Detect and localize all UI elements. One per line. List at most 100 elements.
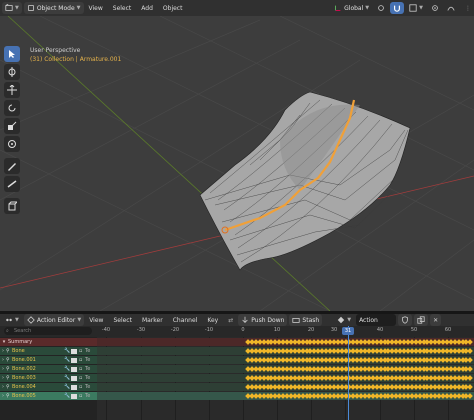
checkbox[interactable] [71, 384, 77, 390]
wrench-icon[interactable]: 🔧 [64, 347, 71, 355]
stash-button[interactable]: Stash [289, 314, 323, 326]
bone-row-suffix: Te [85, 384, 91, 390]
scale-tool[interactable] [4, 118, 20, 134]
wrench-icon[interactable]: 🔧 [64, 392, 71, 400]
unlink-action-button[interactable]: ✕ [430, 314, 442, 326]
checkbox[interactable] [71, 348, 77, 354]
collection-label: (31) Collection | Armature.001 [30, 56, 122, 63]
ae-menu-channel[interactable]: Channel [168, 317, 203, 324]
ruler-tick: 20 [307, 327, 315, 333]
checkbox[interactable] [71, 366, 77, 372]
ruler-tick: 50 [410, 327, 418, 333]
dopesheet-type-button[interactable]: ▼ [2, 314, 22, 326]
push-down-label: Push Down [251, 316, 285, 324]
menu-object[interactable]: Object [158, 5, 188, 12]
channel-bone[interactable]: › ⚲ Bone.005 🔧 ▫ Te [0, 392, 97, 400]
editor-mode-label: Action Editor [36, 316, 76, 324]
ae-menu-view[interactable]: View [84, 317, 108, 324]
checkbox[interactable] [71, 393, 77, 399]
ae-menu-marker[interactable]: Marker [137, 317, 168, 324]
proportional-edit-button[interactable] [428, 2, 442, 14]
action-name-field[interactable]: Action [356, 314, 397, 326]
ruler-tick: 30 [330, 327, 338, 333]
channel-bone[interactable]: › ⚲ Bone.002 🔧 ▫ Te [0, 365, 97, 373]
stash-label: Stash [302, 316, 320, 324]
wrench-icon[interactable]: 🔧 [64, 374, 71, 382]
channel-bone[interactable]: › ⚲ Bone.003 🔧 ▫ Te [0, 374, 97, 382]
checkbox[interactable] [71, 357, 77, 363]
push-down-icon [242, 316, 248, 323]
keyframe-row-bone [97, 347, 474, 355]
interpolation-button[interactable]: ⇄ [225, 314, 236, 326]
ae-menu-key[interactable]: Key [202, 317, 223, 324]
keyframe[interactable] [467, 339, 474, 345]
timeline-ruler[interactable]: -40 -30 -20 -10 0 10 20 30 40 50 60 [97, 326, 474, 337]
snap-target-button[interactable]: ▼ [406, 2, 426, 14]
summary-label: Summary [8, 339, 33, 345]
expand-arrow-icon: ▾ [2, 339, 6, 345]
magnet-icon [394, 5, 401, 12]
pivot-button[interactable] [374, 2, 388, 14]
snap-button[interactable] [390, 2, 405, 14]
rotate-tool[interactable] [4, 100, 20, 116]
scale-icon [8, 121, 17, 130]
select-tool[interactable] [4, 46, 20, 62]
fake-user-button[interactable] [398, 314, 413, 326]
bone-name: Bone.003 [12, 375, 36, 381]
menu-add[interactable]: Add [136, 5, 158, 12]
keyframe-row-bone [97, 383, 474, 391]
orientation-dropdown[interactable]: Global ▼ [331, 2, 372, 14]
duplicate-action-button[interactable] [414, 314, 429, 326]
measure-tool[interactable] [4, 176, 20, 192]
mode-dropdown[interactable]: Object Mode ▼ [23, 2, 84, 14]
keyframe-area[interactable] [97, 337, 474, 420]
add-cube-tool[interactable] [4, 198, 20, 214]
cursor-3d-icon [8, 67, 16, 77]
action-browse-button[interactable]: ▼ [334, 314, 354, 326]
transform-tool[interactable] [4, 136, 20, 152]
editor-mode-dropdown[interactable]: Action Editor ▼ [23, 314, 85, 326]
keyframe[interactable] [467, 384, 474, 390]
add-cube-icon [8, 201, 17, 211]
header-dots[interactable]: ⋮ [462, 2, 474, 14]
menu-select[interactable]: Select [108, 5, 137, 12]
tool-shelf [4, 46, 22, 216]
editor-type-button[interactable]: ▼ [2, 2, 22, 14]
wrench-icon[interactable]: 🔧 [64, 383, 71, 391]
keyframe[interactable] [467, 393, 474, 399]
channel-bone[interactable]: › ⚲ Bone.001 🔧 ▫ Te [0, 356, 97, 364]
wrench-icon[interactable]: 🔧 [64, 365, 71, 373]
keyframe[interactable] [467, 375, 474, 381]
channel-search-input[interactable]: ⌕ Search [4, 327, 92, 335]
keyframe[interactable] [467, 357, 474, 363]
channel-list: ▾ Summary › ⚲ Bone 🔧 ▫ Te › ⚲ Bone.001 🔧 ▫ Te › ⚲ Bone… [0, 337, 97, 420]
channel-summary[interactable]: ▾ Summary [0, 338, 97, 346]
playhead-line[interactable] [348, 326, 349, 420]
3d-viewport[interactable]: User Perspective (31) Collection | Armat… [0, 16, 474, 311]
ae-menu-select[interactable]: Select [108, 317, 137, 324]
bone-name: Bone.002 [12, 366, 36, 372]
cursor-tool[interactable] [4, 64, 20, 80]
bone-row-suffix: Te [85, 348, 91, 354]
wrench-icon[interactable]: 🔧 [64, 356, 71, 364]
shield-icon [402, 316, 408, 324]
falloff-icon [447, 6, 455, 11]
channel-bone[interactable]: › ⚲ Bone 🔧 ▫ Te [0, 347, 97, 355]
current-frame-indicator[interactable]: 31 [342, 327, 354, 335]
ruler-tick: -10 [204, 327, 214, 333]
bone-row-suffix: Te [85, 366, 91, 372]
keyframe-row-bone [97, 392, 474, 400]
copy-icon [417, 316, 425, 324]
keyframe[interactable] [467, 366, 474, 372]
perspective-label: User Perspective [30, 47, 81, 54]
viewport-info: User Perspective (31) Collection | Armat… [30, 46, 121, 64]
keyframe[interactable] [467, 348, 474, 354]
channel-bone[interactable]: › ⚲ Bone.004 🔧 ▫ Te [0, 383, 97, 391]
push-down-button[interactable]: Push Down [238, 314, 288, 326]
menu-view[interactable]: View [84, 5, 108, 12]
annotate-tool[interactable] [4, 158, 20, 174]
falloff-button[interactable] [444, 2, 458, 14]
axis-icon [335, 5, 341, 11]
checkbox[interactable] [71, 375, 77, 381]
move-tool[interactable] [4, 82, 20, 98]
